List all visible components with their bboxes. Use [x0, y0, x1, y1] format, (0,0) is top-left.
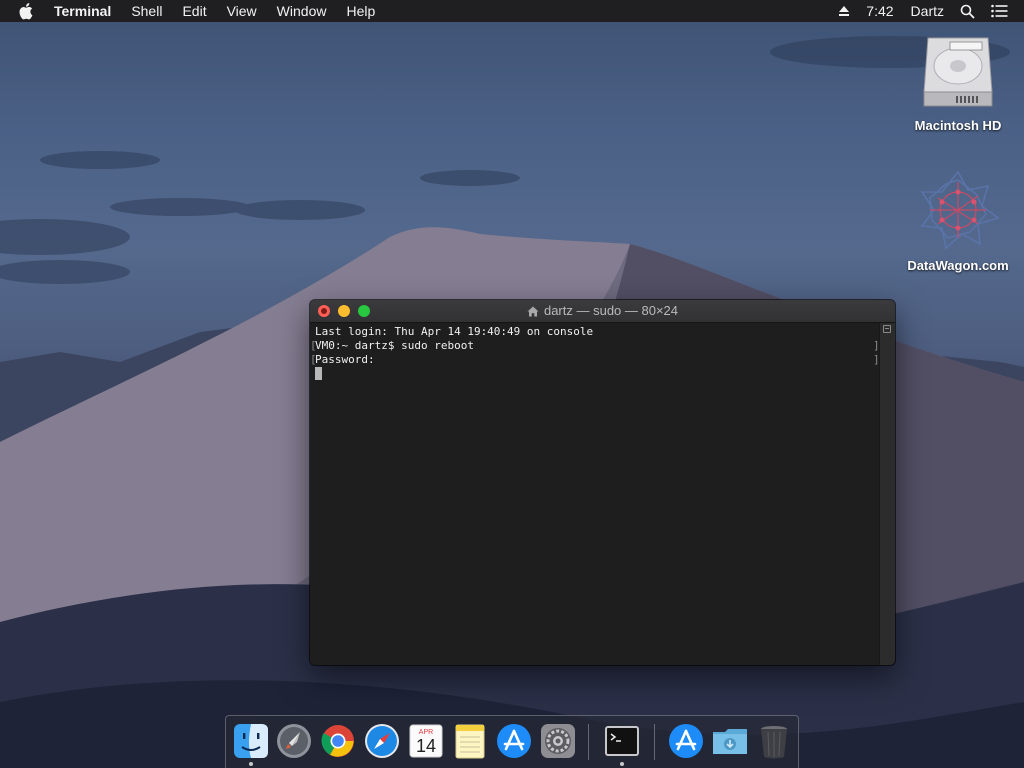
mark-bracket-left: [: [310, 353, 317, 366]
dock-launchpad[interactable]: [275, 722, 313, 760]
eject-icon[interactable]: [838, 5, 850, 17]
spotlight-search-icon[interactable]: [960, 4, 975, 19]
dock: APR 14: [225, 715, 799, 768]
window-title: dartz — sudo — 80×24: [310, 300, 895, 322]
desktop-icon-macintosh-hd[interactable]: Macintosh HD: [898, 32, 1018, 133]
terminal-output[interactable]: Last login: Thu Apr 14 19:40:49 on conso…: [310, 323, 880, 665]
dock-trash[interactable]: [755, 722, 793, 760]
app-store-folder-icon: [669, 724, 703, 758]
app-store-icon: [497, 724, 531, 758]
dock-system-preferences[interactable]: [539, 722, 577, 760]
terminal-scrollbar[interactable]: [879, 323, 895, 665]
dock-notes[interactable]: [451, 722, 489, 760]
menu-clock[interactable]: 7:42: [866, 0, 893, 22]
dock-terminal[interactable]: [603, 722, 641, 766]
dock-separator: [588, 724, 589, 760]
dock-separator: [654, 724, 655, 760]
dock-chrome[interactable]: [319, 722, 357, 760]
dock-calendar[interactable]: APR 14: [407, 722, 445, 760]
chrome-icon: [321, 725, 354, 757]
safari-icon: [365, 724, 399, 758]
dock-downloads-folder[interactable]: [711, 722, 749, 760]
system-preferences-icon: [541, 724, 575, 758]
terminal-line: Last login: Thu Apr 14 19:40:49 on conso…: [315, 325, 594, 338]
menu-app-terminal[interactable]: Terminal: [54, 0, 111, 22]
hard-drive-icon: [920, 32, 996, 112]
running-indicator: [620, 762, 624, 766]
menu-user[interactable]: Dartz: [911, 0, 944, 22]
running-indicator: [249, 762, 253, 766]
terminal-cursor: [315, 367, 322, 380]
calendar-icon: APR 14: [409, 724, 443, 758]
window-title-text: dartz — sudo — 80×24: [543, 303, 679, 318]
menu-bar: Terminal Shell Edit View Window Help 7:4…: [0, 0, 1024, 22]
window-titlebar[interactable]: dartz — sudo — 80×24: [310, 300, 895, 323]
calendar-day: 14: [416, 736, 436, 756]
desktop-icon-label: DataWagon.com: [907, 258, 1009, 273]
desktop-icon-label: Macintosh HD: [914, 118, 1002, 133]
terminal-line: Password:: [315, 353, 375, 366]
menu-edit[interactable]: Edit: [182, 0, 206, 22]
launchpad-icon: [277, 724, 311, 758]
dock-safari[interactable]: [363, 722, 401, 760]
home-folder-icon: [527, 306, 539, 317]
apple-menu-icon[interactable]: [19, 2, 37, 20]
finder-icon: [234, 724, 268, 758]
calendar-month: APR: [419, 729, 433, 736]
dock-finder[interactable]: [232, 722, 270, 766]
mark-bracket-left: [: [310, 339, 317, 352]
downloads-folder-icon: [713, 729, 747, 754]
menu-shell[interactable]: Shell: [131, 0, 162, 22]
menu-help[interactable]: Help: [346, 0, 375, 22]
menu-extras: 7:42 Dartz: [838, 0, 1024, 22]
trash-icon: [761, 726, 787, 759]
notes-icon: [455, 724, 485, 759]
terminal-window[interactable]: dartz — sudo — 80×24 Last login: Thu Apr…: [310, 300, 895, 665]
terminal-line: VM0:~ dartz$ sudo reboot: [315, 339, 474, 352]
dock-app-store-folder[interactable]: [667, 722, 705, 760]
split-pane-icon[interactable]: [883, 325, 891, 333]
dock-app-store[interactable]: [495, 722, 533, 760]
desktop-icon-datawagon[interactable]: DataWagon.com: [898, 168, 1018, 273]
menu-view[interactable]: View: [227, 0, 257, 22]
menu-window[interactable]: Window: [277, 0, 327, 22]
datawagon-logo-icon: [916, 168, 1000, 252]
terminal-icon: [605, 726, 639, 756]
notification-center-icon[interactable]: [991, 4, 1008, 18]
